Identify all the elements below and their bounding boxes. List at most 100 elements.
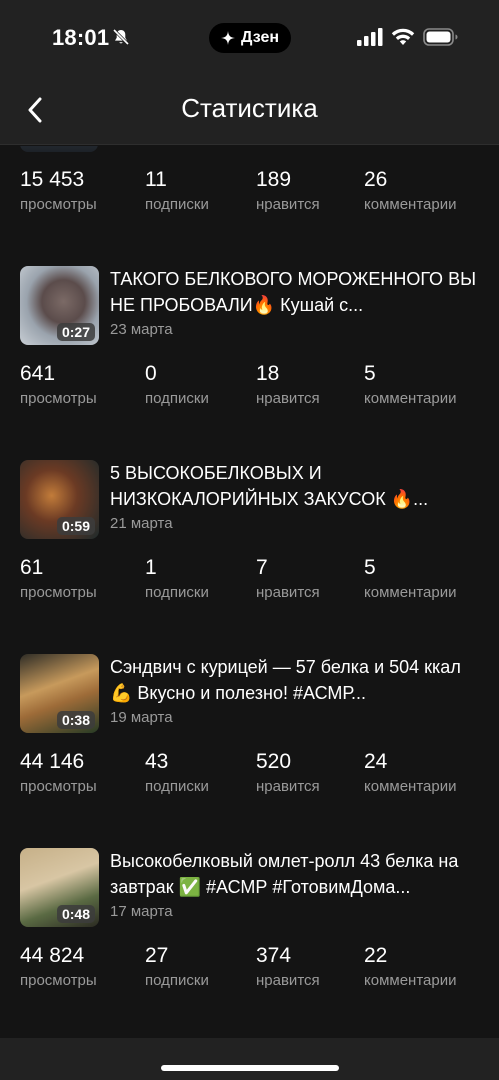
stat-value: 5 bbox=[364, 362, 376, 385]
video-date: 19 марта bbox=[110, 709, 173, 726]
home-indicator[interactable] bbox=[161, 1065, 339, 1071]
video-date: 23 марта bbox=[110, 321, 173, 338]
stat-value: 44 146 bbox=[20, 750, 85, 773]
stat-label: просмотры bbox=[20, 390, 97, 407]
dzen-star-icon bbox=[220, 31, 235, 45]
stat-subs: 27 подписки bbox=[145, 944, 209, 991]
bell-muted-icon bbox=[112, 28, 130, 46]
stats-row: 44 146 просмотры 43 подписки 520 нравитс… bbox=[20, 750, 490, 800]
stat-value: 5 bbox=[364, 556, 376, 579]
stat-label: просмотры bbox=[20, 778, 97, 795]
stat-value: 374 bbox=[256, 944, 292, 967]
stat-subs: 43 подписки bbox=[145, 750, 209, 797]
stat-label: комментарии bbox=[364, 584, 457, 601]
video-title: Сэндвич с курицей — 57 белка и 504 ккал … bbox=[110, 657, 461, 703]
stat-label: просмотры bbox=[20, 196, 97, 213]
stat-likes: 18 нравится bbox=[256, 362, 320, 409]
stat-subs: 0 подписки bbox=[145, 362, 209, 409]
video-thumbnail: 0:48 bbox=[20, 848, 99, 927]
stat-views: 61 просмотры bbox=[20, 556, 97, 603]
stat-label: подписки bbox=[145, 196, 209, 213]
stat-comments: 22 комментарии bbox=[364, 944, 456, 991]
stat-label: комментарии bbox=[364, 390, 457, 407]
stat-comments: 5 комментарии bbox=[364, 556, 456, 603]
page-title: Статистика bbox=[181, 93, 318, 123]
stat-likes: 374 нравится bbox=[256, 944, 320, 991]
stat-subs: 1 подписки bbox=[145, 556, 209, 603]
stat-value: 24 bbox=[364, 750, 388, 773]
video-thumbnail: 0:38 bbox=[20, 654, 99, 733]
stat-label: нравится bbox=[256, 778, 320, 795]
stat-comments: 24 комментарии bbox=[364, 750, 456, 797]
stat-value: 189 bbox=[256, 168, 292, 191]
stat-value: 0 bbox=[145, 362, 157, 385]
stat-label: комментарии bbox=[364, 196, 457, 213]
video-title: 5 ВЫСОКОБЕЛКОВЫХ И НИЗКОКАЛОРИЙНЫХ ЗАКУС… bbox=[110, 463, 429, 509]
video-duration: 0:48 bbox=[56, 905, 95, 923]
bottom-bar bbox=[0, 1038, 499, 1080]
stat-label: просмотры bbox=[20, 972, 97, 989]
stats-list[interactable]: 15 453 просмотры 11 подписки 189 нравитс… bbox=[0, 146, 499, 1038]
stat-value: 1 bbox=[145, 556, 157, 579]
stat-value: 26 bbox=[364, 168, 388, 191]
stat-label: комментарии bbox=[364, 778, 457, 795]
stat-label: комментарии bbox=[364, 972, 457, 989]
video-title: Высокобелковый омлет-ролл 43 белка на за… bbox=[110, 851, 459, 897]
stat-value: 61 bbox=[20, 556, 44, 579]
stat-likes: 189 нравится bbox=[256, 168, 320, 215]
stat-value: 15 453 bbox=[20, 168, 85, 191]
stat-value: 7 bbox=[256, 556, 268, 579]
stat-views: 15 453 просмотры bbox=[20, 168, 97, 215]
stats-row: 641 просмотры 0 подписки 18 нравится 5 к… bbox=[20, 362, 490, 412]
video-thumbnail: 0:27 bbox=[20, 266, 99, 345]
video-title: ТАКОГО БЕЛКОВОГО МОРОЖЕННОГО ВЫ НЕ ПРОБО… bbox=[110, 269, 477, 315]
stat-value: 11 bbox=[145, 168, 167, 191]
stat-label: нравится bbox=[256, 584, 320, 601]
stat-views: 641 просмотры bbox=[20, 362, 97, 409]
stat-likes: 7 нравится bbox=[256, 556, 320, 603]
video-item[interactable]: 0:48 Высокобелковый омлет-ролл 43 белка … bbox=[20, 848, 490, 928]
video-duration: 0:38 bbox=[56, 711, 95, 729]
stat-label: подписки bbox=[145, 584, 209, 601]
stat-comments: 5 комментарии bbox=[364, 362, 456, 409]
header: Статистика bbox=[0, 75, 499, 145]
video-date: 21 марта bbox=[110, 515, 173, 532]
stat-label: подписки bbox=[145, 778, 209, 795]
video-item[interactable]: 0:38 Сэндвич с курицей — 57 белка и 504 … bbox=[20, 654, 490, 734]
stats-row: 15 453 просмотры 11 подписки 189 нравитс… bbox=[20, 168, 490, 218]
video-duration: 0:59 bbox=[56, 517, 95, 535]
stat-value: 44 824 bbox=[20, 944, 85, 967]
dzen-pill-label: Дзен bbox=[240, 29, 280, 46]
stat-label: нравится bbox=[256, 972, 320, 989]
stat-label: нравится bbox=[256, 390, 320, 407]
stats-row: 44 824 просмотры 27 подписки 374 нравитс… bbox=[20, 944, 490, 994]
stat-views: 44 824 просмотры bbox=[20, 944, 97, 991]
stat-comments: 26 комментарии bbox=[364, 168, 456, 215]
signal-icon bbox=[357, 28, 383, 46]
video-thumbnail[interactable] bbox=[20, 146, 98, 152]
stat-value: 43 bbox=[145, 750, 169, 773]
stat-value: 520 bbox=[256, 750, 292, 773]
video-item[interactable]: 0:27 ТАКОГО БЕЛКОВОГО МОРОЖЕННОГО ВЫ НЕ … bbox=[20, 266, 490, 346]
stat-views: 44 146 просмотры bbox=[20, 750, 97, 797]
video-date: 17 марта bbox=[110, 903, 173, 920]
video-thumbnail: 0:59 bbox=[20, 460, 99, 539]
video-duration: 0:27 bbox=[56, 323, 95, 341]
wifi-icon bbox=[391, 28, 415, 45]
stat-value: 641 bbox=[20, 362, 56, 385]
stat-label: подписки bbox=[145, 972, 209, 989]
stats-row: 61 просмотры 1 подписки 7 нравится 5 ком… bbox=[20, 556, 490, 606]
stat-value: 22 bbox=[364, 944, 388, 967]
dzen-pill[interactable]: Дзен bbox=[209, 23, 291, 53]
stat-value: 27 bbox=[145, 944, 169, 967]
stat-likes: 520 нравится bbox=[256, 750, 320, 797]
battery-icon bbox=[423, 28, 458, 46]
status-time: 18:01 bbox=[52, 25, 110, 50]
stat-label: просмотры bbox=[20, 584, 97, 601]
stat-value: 18 bbox=[256, 362, 280, 385]
stat-subs: 11 подписки bbox=[145, 168, 209, 215]
video-item[interactable]: 0:59 5 ВЫСОКОБЕЛКОВЫХ И НИЗКОКАЛОРИЙНЫХ … bbox=[20, 460, 490, 540]
status-bar: 18:01 Дзен bbox=[0, 0, 499, 75]
stat-label: подписки bbox=[145, 390, 209, 407]
stat-label: нравится bbox=[256, 196, 320, 213]
